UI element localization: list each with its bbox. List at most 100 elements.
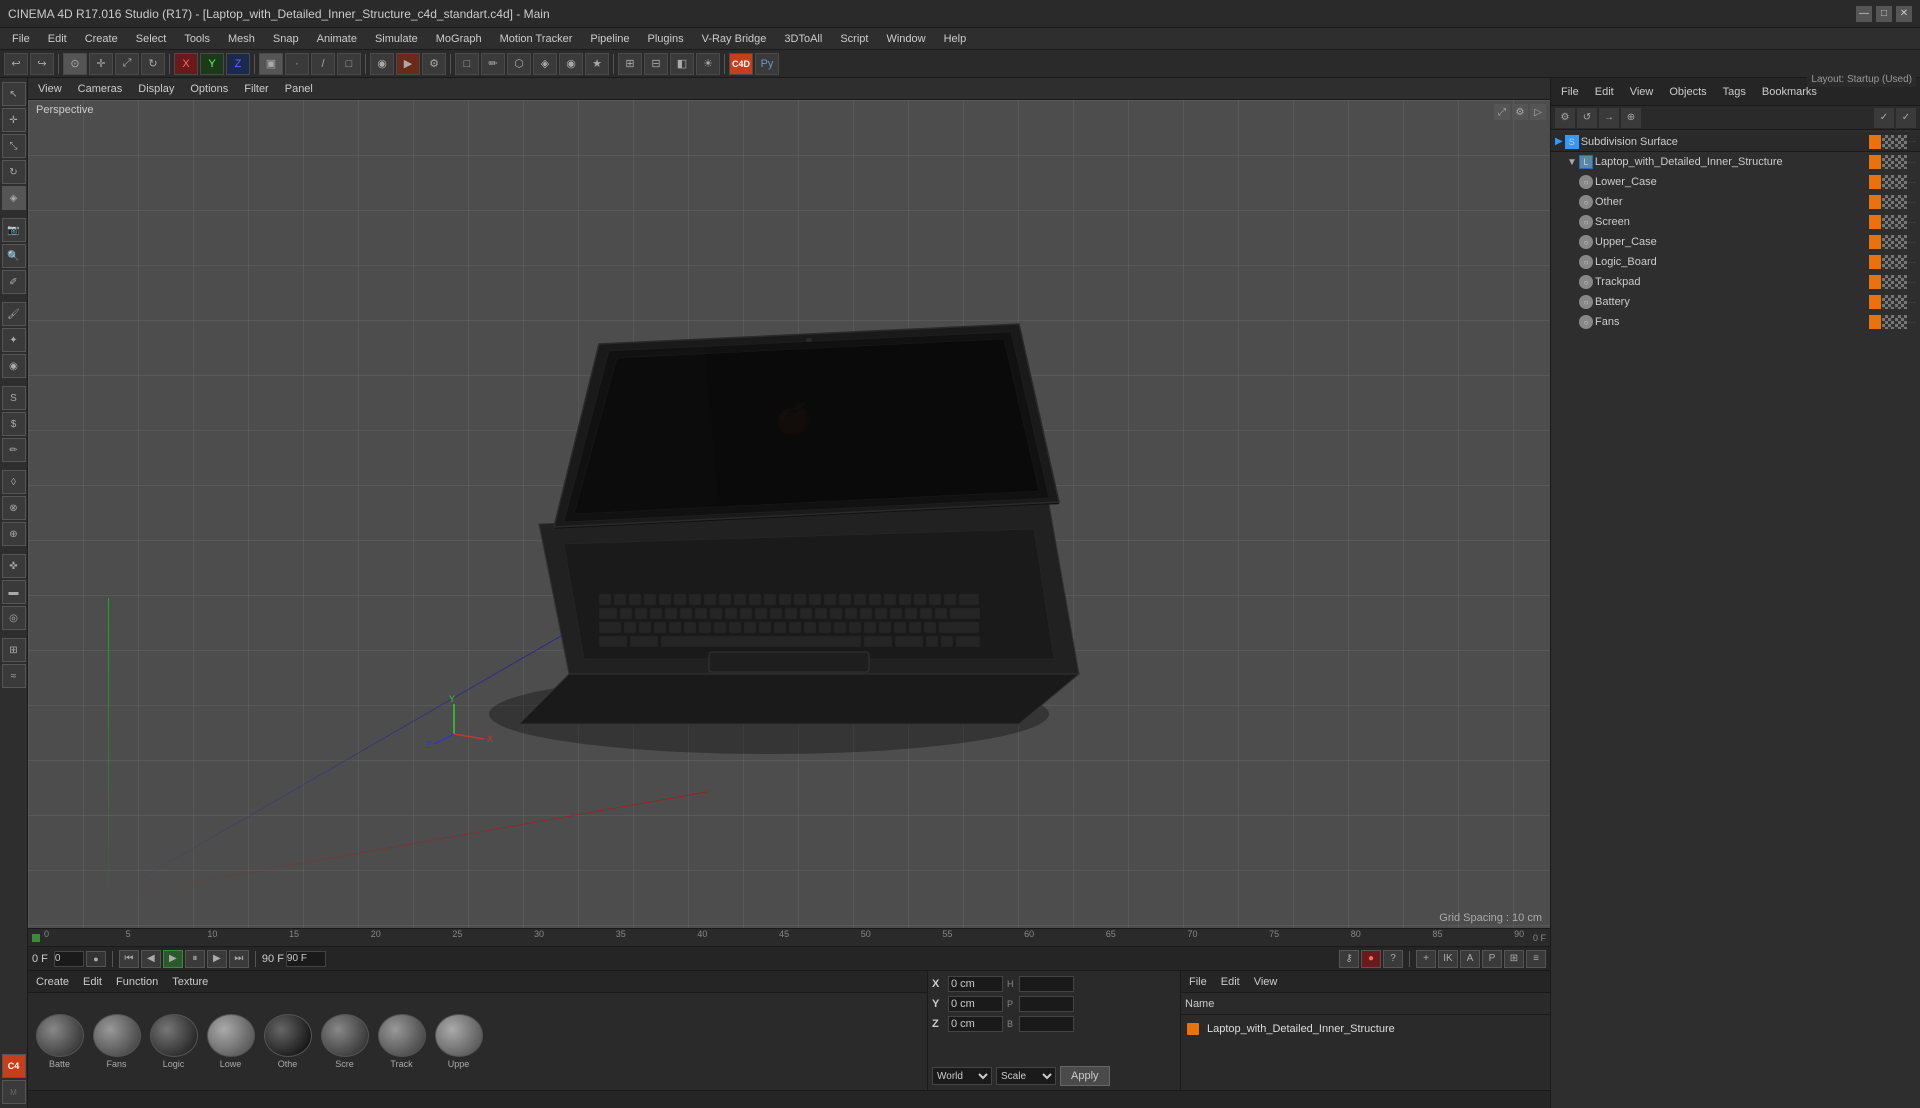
sculpt-tool[interactable]: ✦: [2, 328, 26, 352]
rot-b-field[interactable]: [1019, 1016, 1074, 1032]
timeline-P-button[interactable]: P: [1482, 950, 1502, 968]
vp-display[interactable]: Display: [132, 81, 180, 97]
screen-item[interactable]: ○ Screen ⋯: [1551, 212, 1920, 232]
scale-tool[interactable]: ⤡: [2, 134, 26, 158]
python-button[interactable]: Py: [755, 53, 779, 75]
weight-tool[interactable]: ⊕: [2, 522, 26, 546]
timeline-add-button[interactable]: +: [1416, 950, 1436, 968]
render-settings-button[interactable]: ⚙: [422, 53, 446, 75]
z-axis-button[interactable]: Z: [226, 53, 250, 75]
rotate-tool[interactable]: ↻: [2, 160, 26, 184]
obj-check-1[interactable]: ✓: [1874, 108, 1894, 128]
points-mode-button[interactable]: ·: [285, 53, 309, 75]
material-lower[interactable]: Lowe: [203, 1014, 258, 1069]
pause-button[interactable]: ⏸: [185, 950, 205, 968]
pos-x-field[interactable]: [948, 976, 1003, 992]
fans-item[interactable]: ○ Fans ⋯: [1551, 312, 1920, 332]
pos-z-field[interactable]: [948, 1016, 1003, 1032]
menu-motion-tracker[interactable]: Motion Tracker: [492, 31, 581, 47]
grab-tool[interactable]: ✜: [2, 554, 26, 578]
viewport[interactable]: Perspective ⤢ ⚙ ▷ Grid Spacing : 10 cm: [28, 100, 1550, 928]
undo-button[interactable]: ↩: [4, 53, 28, 75]
attr-edit-tab[interactable]: Edit: [1217, 974, 1244, 990]
obj-view-tab[interactable]: View: [1626, 84, 1658, 100]
material-trackpad[interactable]: Track: [374, 1014, 429, 1069]
bind-tool[interactable]: ⊗: [2, 496, 26, 520]
frame-input[interactable]: [54, 951, 84, 967]
world-dropdown[interactable]: World Object: [932, 1067, 992, 1085]
obj-file-tab[interactable]: File: [1557, 84, 1583, 100]
render-button[interactable]: ▶: [396, 53, 420, 75]
flatten-tool[interactable]: ▬: [2, 580, 26, 604]
texture-axis-tool[interactable]: ⊞: [2, 638, 26, 662]
other-item[interactable]: ○ Other ⋯: [1551, 192, 1920, 212]
zoom-tool[interactable]: 🔍: [2, 244, 26, 268]
prev-frame-button[interactable]: ◀: [141, 950, 161, 968]
end-frame-input[interactable]: [286, 951, 326, 967]
timeline-ruler[interactable]: 0 5 10 15 20 25 30 35 40 45 50 55 60 65 …: [28, 928, 1550, 946]
vp-view[interactable]: View: [32, 81, 68, 97]
material-logic[interactable]: Logic: [146, 1014, 201, 1069]
laptop-root-item[interactable]: ▼ L Laptop_with_Detailed_Inner_Structure…: [1551, 152, 1920, 172]
menu-edit[interactable]: Edit: [40, 31, 75, 47]
mat-function[interactable]: Function: [112, 974, 162, 990]
hair-tool[interactable]: ≈: [2, 664, 26, 688]
lower-case-item[interactable]: ○ Lower_Case ⋯: [1551, 172, 1920, 192]
obj-icon-3[interactable]: →: [1599, 108, 1619, 128]
apply-button[interactable]: Apply: [1060, 1066, 1110, 1086]
material-batte[interactable]: Batte: [32, 1014, 87, 1069]
rotate-button[interactable]: ↻: [141, 53, 165, 75]
morph-tool[interactable]: ◊: [2, 470, 26, 494]
select-all-button[interactable]: ⬡: [507, 53, 531, 75]
x-axis-button[interactable]: X: [174, 53, 198, 75]
paint-tool[interactable]: 🖌: [2, 302, 26, 326]
attr-view-tab[interactable]: View: [1250, 974, 1282, 990]
sketch-tool[interactable]: ✏: [2, 438, 26, 462]
inflate-tool[interactable]: ◎: [2, 606, 26, 630]
menu-tools[interactable]: Tools: [176, 31, 218, 47]
timeline-ik-button[interactable]: IK: [1438, 950, 1458, 968]
timeline-grid-button[interactable]: ⊞: [1504, 950, 1524, 968]
trackpad-item[interactable]: ○ Trackpad ⋯: [1551, 272, 1920, 292]
expand-viewport-btn[interactable]: ⤢: [1494, 104, 1510, 120]
obj-tags-tab[interactable]: Tags: [1719, 84, 1750, 100]
vp-filter[interactable]: Filter: [238, 81, 274, 97]
move-tool[interactable]: ✛: [2, 108, 26, 132]
camera-nav-tool[interactable]: 📷: [2, 218, 26, 242]
attr-file-tab[interactable]: File: [1185, 974, 1211, 990]
edges-mode-button[interactable]: /: [311, 53, 335, 75]
battery-item[interactable]: ○ Battery ⋯: [1551, 292, 1920, 312]
material-fans[interactable]: Fans: [89, 1014, 144, 1069]
pencil-button[interactable]: ✏: [481, 53, 505, 75]
menu-script[interactable]: Script: [832, 31, 876, 47]
timeline-abs-button[interactable]: A: [1460, 950, 1480, 968]
tweak-tool[interactable]: ✐: [2, 270, 26, 294]
pointer-tool[interactable]: ↖: [2, 82, 26, 106]
menu-mograph[interactable]: MoGraph: [428, 31, 490, 47]
obj-check-2[interactable]: ✓: [1896, 108, 1916, 128]
light2-button[interactable]: ☀: [696, 53, 720, 75]
subdivision-surface-header[interactable]: ▶ S Subdivision Surface ⋯: [1551, 132, 1920, 152]
spline2-tool[interactable]: $: [2, 412, 26, 436]
logic-board-item[interactable]: ○ Logic_Board ⋯: [1551, 252, 1920, 272]
play-button[interactable]: ▶: [163, 950, 183, 968]
floor-button[interactable]: ⊟: [644, 53, 668, 75]
viewport-settings-btn[interactable]: ⚙: [1512, 104, 1528, 120]
vp-panel[interactable]: Panel: [279, 81, 319, 97]
maximize-button[interactable]: □: [1876, 6, 1892, 22]
obj-edit-tab[interactable]: Edit: [1591, 84, 1618, 100]
menu-mesh[interactable]: Mesh: [220, 31, 263, 47]
goto-end-button[interactable]: ⏭: [229, 950, 249, 968]
obj-icon-4[interactable]: ⊕: [1621, 108, 1641, 128]
material-upper[interactable]: Uppe: [431, 1014, 486, 1069]
menu-animate[interactable]: Animate: [309, 31, 365, 47]
object-mode-button[interactable]: ▣: [259, 53, 283, 75]
isometric-button[interactable]: ⊞: [618, 53, 642, 75]
material-screen[interactable]: Scre: [317, 1014, 372, 1069]
c4d-logo[interactable]: C4D: [729, 53, 753, 75]
lights-button[interactable]: ★: [585, 53, 609, 75]
menu-pipeline[interactable]: Pipeline: [582, 31, 637, 47]
menu-window[interactable]: Window: [878, 31, 933, 47]
next-frame-button[interactable]: ▶: [207, 950, 227, 968]
obj-icon-1[interactable]: ⚙: [1555, 108, 1575, 128]
